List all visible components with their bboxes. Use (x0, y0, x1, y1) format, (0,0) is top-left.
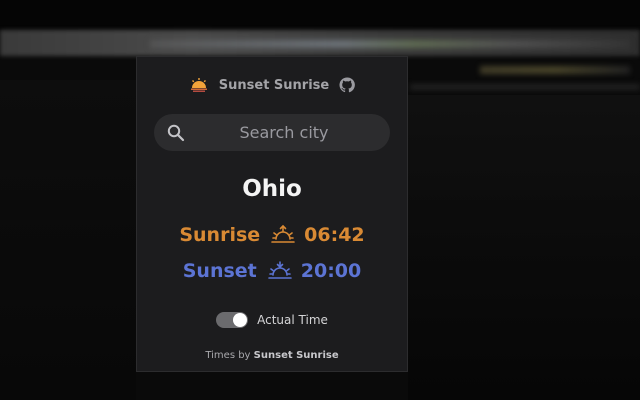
sunrise-icon (271, 224, 295, 243)
footer-prefix: Times by (205, 350, 251, 361)
page-backdrop-left (0, 80, 136, 400)
extension-popup: Sunset Sunrise Ohio Sunrise 06:42 (136, 56, 408, 372)
sunrise-row: Sunrise 06:42 (137, 224, 407, 246)
sunrise-time: 06:42 (304, 224, 365, 246)
actual-time-label: Actual Time (257, 313, 328, 327)
toggle-knob (233, 313, 248, 327)
footer-credit: Times by Sunset Sunrise (137, 350, 407, 361)
github-icon[interactable] (339, 77, 356, 93)
actual-time-toggle-row: Actual Time (137, 312, 407, 328)
search-bar[interactable] (154, 114, 390, 151)
page-backdrop-right (408, 95, 640, 400)
browser-backdrop-strip (410, 84, 640, 90)
sunset-icon (267, 261, 292, 279)
footer-brand-link[interactable]: Sunset Sunrise (254, 350, 339, 361)
sunset-logo-icon (190, 78, 207, 92)
app-title: Sunset Sunrise (218, 77, 330, 93)
actual-time-toggle[interactable] (216, 312, 249, 328)
browser-backdrop-top (0, 0, 640, 30)
browser-backdrop-strip (480, 66, 630, 74)
popup-header: Sunset Sunrise (137, 75, 407, 95)
city-name: Ohio (242, 176, 302, 202)
sunset-label: Sunset (182, 260, 257, 282)
browser-backdrop-strip (150, 40, 630, 48)
sunrise-label: Sunrise (179, 224, 261, 246)
sunset-row: Sunset 20:00 (137, 260, 407, 282)
sunset-time: 20:00 (300, 260, 362, 282)
search-input[interactable] (194, 114, 374, 151)
search-icon[interactable] (167, 124, 185, 142)
